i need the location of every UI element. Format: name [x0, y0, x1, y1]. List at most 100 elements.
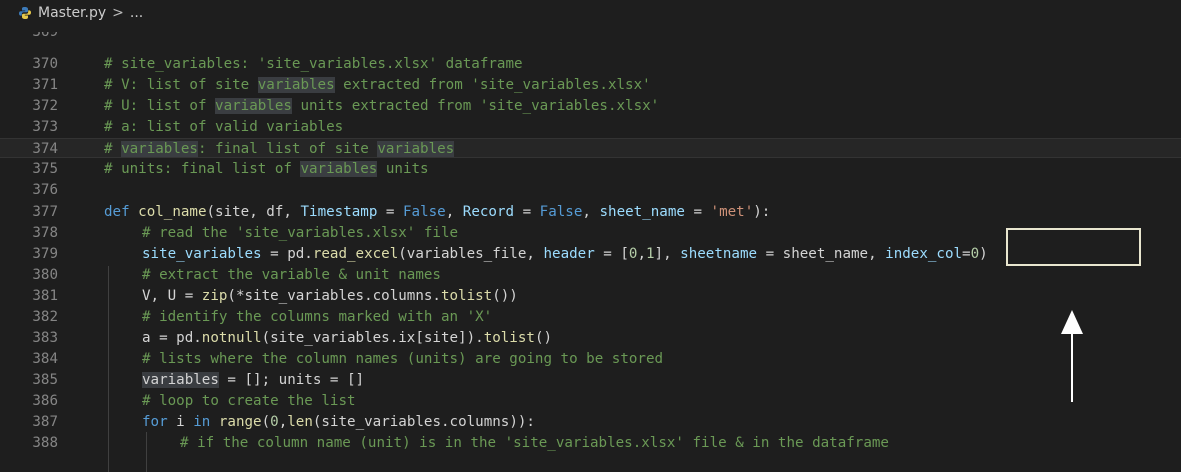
- punct: = []; units = []: [218, 372, 365, 388]
- function-name: tolist: [483, 330, 535, 346]
- comment-text: #: [104, 141, 122, 157]
- breadcrumb-file[interactable]: Master.py: [38, 5, 106, 21]
- comment-text: units: [377, 161, 429, 177]
- line-number: 372: [32, 98, 58, 114]
- word-highlight: variables: [300, 161, 378, 177]
- punct: a = pd.: [142, 330, 202, 346]
- code-line: 369: [0, 32, 1181, 42]
- line-number: 381: [32, 288, 58, 304]
- up-arrow-icon: [1061, 310, 1083, 402]
- word-highlight: variables: [121, 141, 198, 157]
- code-line: 387 for i in range(0,len(site_variables.c…: [0, 412, 1181, 432]
- function-name: len: [287, 414, 313, 430]
- code-line: 380 # extract the variable & unit names: [0, 265, 1181, 285]
- line-number: 379: [32, 246, 58, 262]
- breadcrumb-symbols[interactable]: ...: [130, 5, 143, 21]
- function-name: zip: [201, 288, 228, 304]
- punct: V, U =: [142, 288, 202, 304]
- keyword: def: [104, 204, 130, 220]
- code-text: # V: list of site variables extracted fr…: [104, 75, 651, 95]
- code-text: # U: list of variables units extracted f…: [104, 96, 659, 116]
- code-line: 381 V, U = zip(*site_variables.columns.to…: [0, 286, 1181, 306]
- python-file-icon: [19, 7, 31, 19]
- code-line: 388 # if the column name (unit) is in the…: [0, 433, 1181, 453]
- function-name: col_name: [138, 204, 207, 220]
- punct: = [: [594, 246, 629, 262]
- function-name: range: [218, 414, 262, 430]
- punct: (): [534, 330, 553, 346]
- punct: ,: [637, 246, 646, 262]
- punct: (variables_file,: [398, 246, 544, 262]
- comment-text: # units: final list of: [104, 161, 301, 177]
- code-text: # site_variables: 'site_variables.xlsx' …: [104, 56, 523, 72]
- punct: ,: [278, 414, 288, 430]
- line-number: 373: [32, 119, 58, 135]
- function-name: read_excel: [312, 246, 399, 262]
- code-text: # lists where the column names (units) a…: [142, 351, 664, 367]
- code-line: 371 # V: list of site variables extracted…: [0, 75, 1181, 95]
- word-highlight: variables: [215, 98, 292, 114]
- identifier: site_variables: [142, 246, 262, 262]
- highlight-box: [1006, 228, 1141, 266]
- code-text: def col_name(site, df, Timestamp = False…: [104, 202, 770, 222]
- code-line: 385 variables = []; units = []: [0, 370, 1181, 390]
- line-number: 382: [32, 309, 58, 325]
- code-text: V, U = zip(*site_variables.columns.tolis…: [142, 286, 518, 306]
- code-line-current: 374 # variables: final list of site varia…: [0, 138, 1181, 158]
- indent-guide: [146, 432, 147, 472]
- line-number: 388: [32, 435, 58, 451]
- line-number: 376: [32, 182, 58, 198]
- keyword: in: [193, 414, 211, 430]
- function-name: tolist: [440, 288, 493, 304]
- word-highlight: variables: [257, 77, 335, 93]
- function-name: notnull: [201, 330, 262, 346]
- comment-text: units extracted from 'site_variables.xls…: [291, 98, 660, 114]
- line-number: 371: [32, 77, 58, 93]
- punct: =: [962, 246, 971, 262]
- code-editor[interactable]: 369 370 # site_variables: 'site_variables…: [0, 32, 1181, 472]
- param: Timestamp: [300, 204, 378, 220]
- line-number: 384: [32, 351, 58, 367]
- punct: (site_variables.ix[site]).: [261, 330, 484, 346]
- punct: (*site_variables.columns.: [227, 288, 441, 304]
- code-line: 375 # units: final list of variables unit…: [0, 159, 1181, 179]
- punct: ()): [492, 288, 518, 304]
- code-line: 386 # loop to create the list: [0, 391, 1181, 411]
- keyword: False: [539, 204, 583, 220]
- code-line: 373 # a: list of valid variables: [0, 117, 1181, 137]
- punct: [210, 414, 219, 430]
- code-text: # identify the columns marked with an 'X…: [142, 309, 493, 325]
- code-line: 376: [0, 180, 1181, 200]
- line-number: 370: [32, 56, 58, 72]
- line-number: 386: [32, 393, 58, 409]
- code-text: variables = []; units = []: [142, 370, 364, 390]
- comment-text: # U: list of: [104, 98, 216, 114]
- line-number: 369: [32, 32, 58, 40]
- param: sheet_name: [599, 204, 685, 220]
- param: sheetname: [680, 246, 758, 262]
- punct: = pd.: [261, 246, 313, 262]
- breadcrumb: Master.py > ...: [0, 0, 1181, 26]
- breadcrumb-separator: >: [112, 5, 124, 21]
- keyword: for: [142, 414, 168, 430]
- punct: ,: [582, 204, 600, 220]
- line-number: 375: [32, 161, 58, 177]
- string: 'met': [710, 204, 754, 220]
- punct: ): [979, 246, 988, 262]
- code-text: # loop to create the list: [142, 393, 356, 409]
- code-text: # variables: final list of site variable…: [104, 139, 455, 159]
- punct: (site_variables.columns)):: [312, 414, 535, 430]
- word-highlight: variables: [142, 372, 219, 388]
- number: 1: [646, 246, 655, 262]
- punct: =: [684, 204, 711, 220]
- punct: ,: [445, 204, 463, 220]
- code-text: # read the 'site_variables.xlsx' file: [142, 225, 459, 241]
- number: 0: [970, 246, 980, 262]
- line-number: 378: [32, 225, 58, 241]
- code-text: # extract the variable & unit names: [142, 267, 441, 283]
- param: index_col: [885, 246, 963, 262]
- number: 0: [270, 414, 279, 430]
- code-text: for i in range(0,len(site_variables.colu…: [142, 412, 535, 432]
- code-line: 384 # lists where the column names (units…: [0, 349, 1181, 369]
- comment-text: : final list of site: [197, 141, 378, 157]
